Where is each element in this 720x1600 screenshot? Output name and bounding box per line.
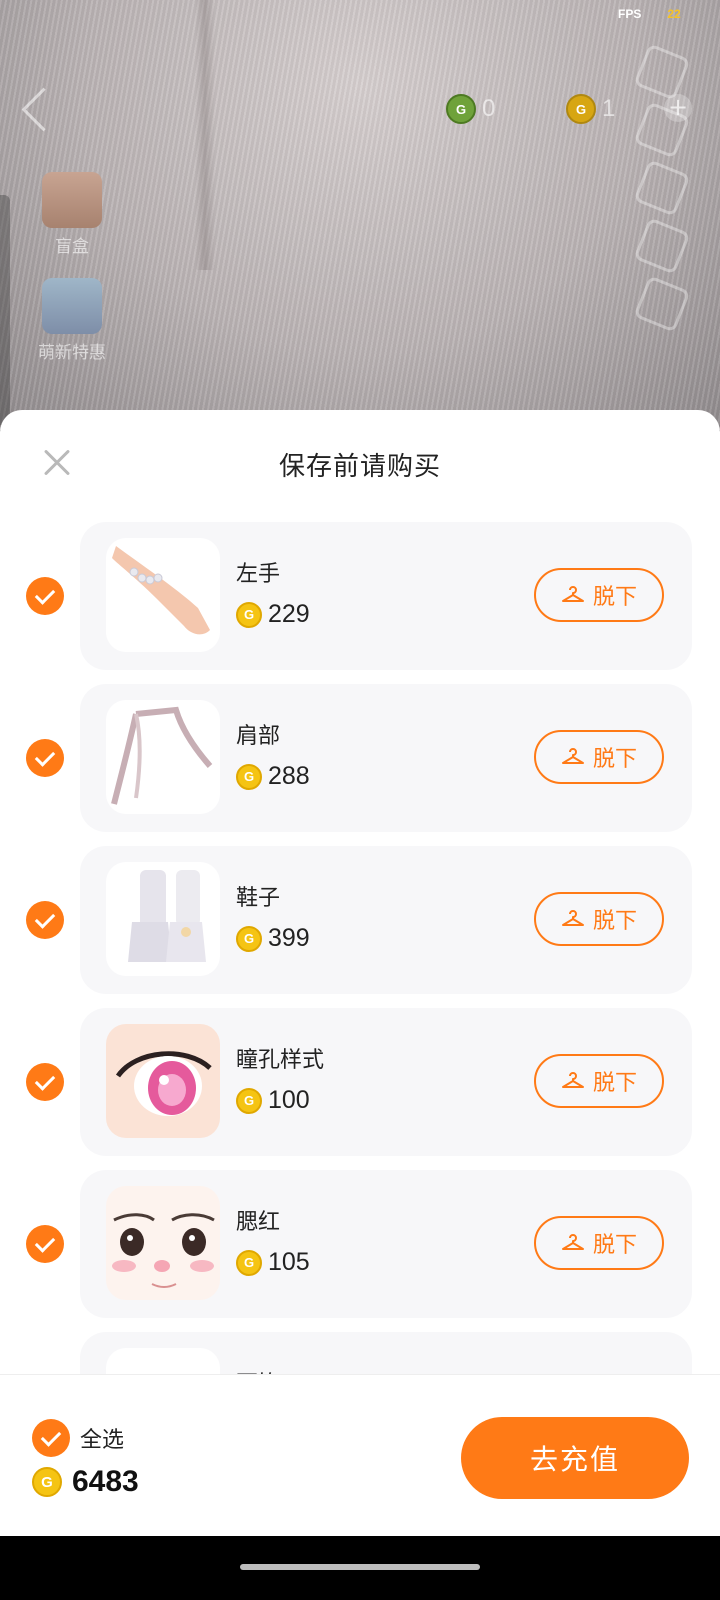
remove-label: 脱下 — [592, 585, 637, 610]
item-thumbnail — [106, 538, 220, 652]
total-price-value: 6483 — [72, 1465, 139, 1498]
list-item: 腮红 G 105 脱下 — [0, 1170, 720, 1332]
remove-label: 脱下 — [592, 1233, 637, 1258]
list-item: 瞳孔样式 G 100 脱下 — [0, 1008, 720, 1170]
newbie-offer-entry[interactable]: 萌新特惠 — [36, 278, 108, 363]
item-price: G 105 — [236, 1248, 310, 1277]
item-list[interactable]: 左手 G 229 脱下 肩部 G 288 脱下 鞋子 G 399 脱下 瞳孔样式… — [0, 522, 720, 1402]
currency-green-value: 0 — [482, 95, 496, 122]
item-thumbnail — [106, 1024, 220, 1138]
newbie-offer-label: 萌新特惠 — [38, 343, 106, 363]
item-price-value: 100 — [268, 1086, 310, 1114]
item-checkbox[interactable] — [26, 901, 64, 939]
coin-icon: G — [236, 925, 262, 952]
select-all-toggle[interactable]: 全选 — [32, 1419, 124, 1457]
coin-icon: G — [236, 763, 262, 790]
item-price: G 399 — [236, 924, 310, 953]
newbie-bundle-icon — [42, 278, 102, 334]
item-thumbnail — [106, 700, 220, 814]
item-price: G 100 — [236, 1086, 310, 1115]
list-item: 鞋子 G 399 脱下 — [0, 846, 720, 1008]
item-card[interactable]: 左手 G 229 脱下 — [80, 522, 692, 670]
remove-label: 脱下 — [592, 747, 637, 772]
hanger-icon — [561, 585, 585, 605]
home-indicator[interactable] — [240, 1564, 480, 1570]
select-all-checkbox[interactable] — [32, 1419, 70, 1457]
hanger-icon — [561, 1071, 585, 1091]
remove-button[interactable]: 脱下 — [534, 1216, 664, 1270]
check-icon — [40, 1425, 62, 1447]
item-thumbnail — [106, 862, 220, 976]
check-icon — [34, 1231, 56, 1253]
list-item: 肩部 G 288 脱下 — [0, 684, 720, 846]
side-drawer-handle[interactable] — [0, 195, 10, 425]
currency-gold-value: 1 — [602, 95, 616, 122]
item-name: 瞳孔样式 — [236, 1048, 325, 1073]
item-price: G 288 — [236, 762, 310, 791]
item-checkbox[interactable] — [26, 1063, 64, 1101]
gift-box-icon — [42, 172, 102, 228]
game-scene-background: FPS 22 G 0 G 1 + 盲盒 萌新特惠 — [0, 0, 720, 430]
item-checkbox[interactable] — [26, 577, 64, 615]
currency-gold: G 1 — [566, 94, 615, 124]
blind-box-entry[interactable]: 盲盒 — [36, 172, 108, 257]
fps-label: FPS — [618, 7, 642, 21]
item-price-value: 229 — [268, 600, 310, 628]
currency-green: G 0 — [446, 94, 495, 124]
item-thumbnail — [106, 1186, 220, 1300]
back-arrow-icon[interactable] — [21, 87, 66, 132]
sheet-header: 保存前请购买 — [0, 410, 720, 510]
hanger-icon — [561, 747, 585, 767]
hair-part — [195, 0, 215, 270]
hanger-icon — [561, 909, 585, 929]
item-name: 左手 — [236, 562, 281, 587]
recharge-button[interactable]: 去充值 — [461, 1417, 689, 1499]
coin-icon: G — [236, 1249, 262, 1276]
fps-counter: FPS 22 — [618, 7, 681, 21]
remove-button[interactable]: 脱下 — [534, 730, 664, 784]
item-card[interactable]: 肩部 G 288 脱下 — [80, 684, 692, 832]
system-nav-bar — [0, 1536, 720, 1600]
item-price-value: 105 — [268, 1248, 310, 1276]
add-currency-button[interactable]: + — [664, 94, 692, 122]
remove-label: 脱下 — [592, 909, 637, 934]
check-icon — [34, 907, 56, 929]
item-checkbox[interactable] — [26, 739, 64, 777]
item-name: 鞋子 — [236, 886, 281, 911]
item-price-value: 399 — [268, 924, 310, 952]
total-price: G 6483 — [32, 1465, 139, 1499]
purchase-footer: 全选 G 6483 去充值 — [0, 1374, 720, 1537]
fps-value: 22 — [667, 7, 681, 21]
item-card[interactable]: 鞋子 G 399 脱下 — [80, 846, 692, 994]
hanger-icon — [561, 1233, 585, 1253]
item-price: G 229 — [236, 600, 310, 629]
remove-button[interactable]: 脱下 — [534, 1054, 664, 1108]
check-icon — [34, 1069, 56, 1091]
gold-coin-icon: G — [566, 94, 596, 124]
check-icon — [34, 745, 56, 767]
remove-button[interactable]: 脱下 — [534, 568, 664, 622]
blind-box-label: 盲盒 — [55, 237, 89, 257]
item-name: 肩部 — [236, 724, 281, 749]
remove-label: 脱下 — [592, 1071, 637, 1096]
g-coin-icon: G — [446, 94, 476, 124]
coin-icon: G — [32, 1467, 62, 1497]
sheet-title: 保存前请购买 — [278, 452, 441, 482]
item-name: 腮红 — [236, 1210, 281, 1235]
coin-icon: G — [236, 1087, 262, 1114]
remove-button[interactable]: 脱下 — [534, 892, 664, 946]
item-checkbox[interactable] — [26, 1225, 64, 1263]
select-all-label: 全选 — [80, 1428, 125, 1453]
check-icon — [34, 583, 56, 605]
item-card[interactable]: 腮红 G 105 脱下 — [80, 1170, 692, 1318]
coin-icon: G — [236, 601, 262, 628]
item-card[interactable]: 瞳孔样式 G 100 脱下 — [80, 1008, 692, 1156]
item-price-value: 288 — [268, 762, 310, 790]
list-item: 左手 G 229 脱下 — [0, 522, 720, 684]
